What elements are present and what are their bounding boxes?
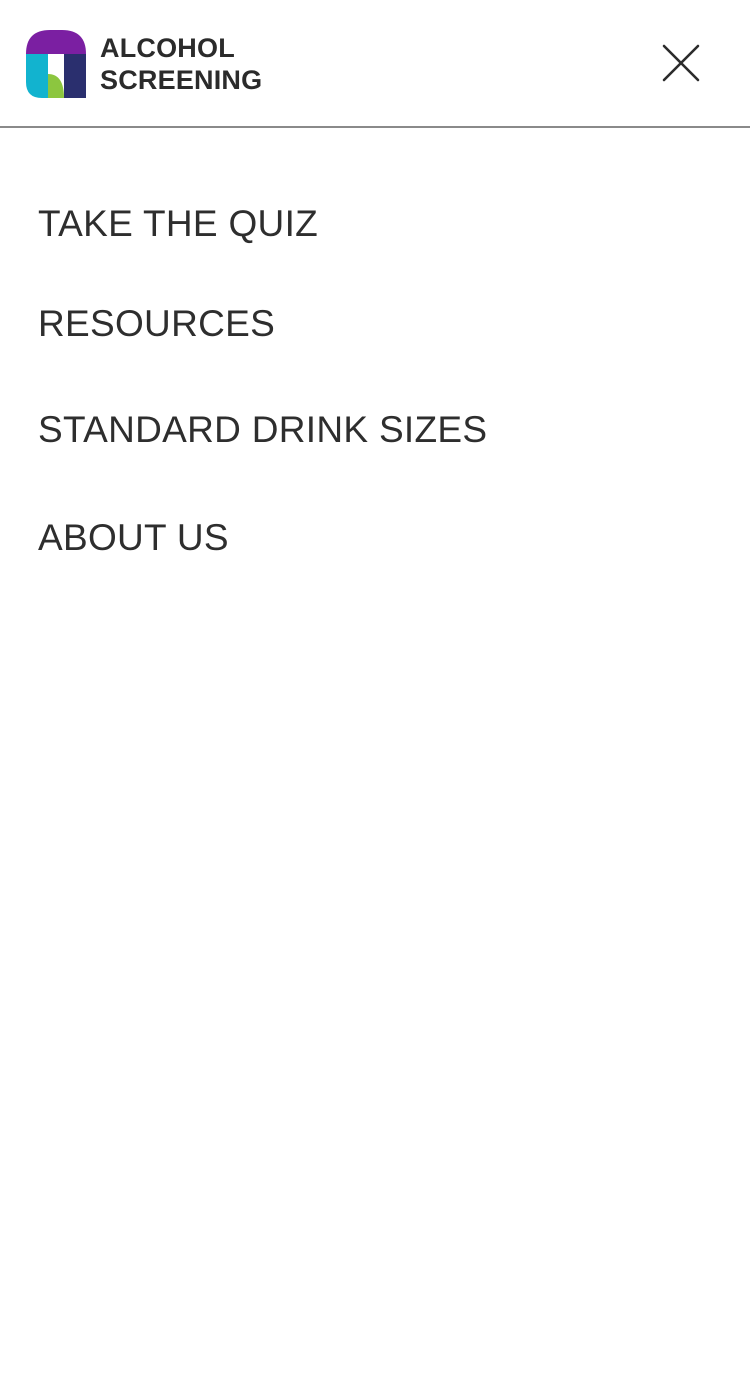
alcohol-screening-logo-icon [26, 30, 86, 98]
menu-item-about-us[interactable]: ABOUT US [38, 512, 229, 564]
site-header: ALCOHOL SCREENING [0, 0, 750, 128]
menu-item-take-the-quiz[interactable]: TAKE THE QUIZ [38, 198, 318, 250]
close-icon [662, 44, 700, 82]
home-logo-link[interactable]: ALCOHOL SCREENING [26, 30, 262, 98]
close-menu-button[interactable] [656, 38, 706, 88]
brand-line-2: SCREENING [100, 65, 263, 95]
menu-item-standard-drink-sizes[interactable]: STANDARD DRINK SIZES [38, 404, 487, 456]
menu-item-resources[interactable]: RESOURCES [38, 298, 275, 350]
brand-name: ALCOHOL SCREENING [100, 32, 262, 96]
brand-line-1: ALCOHOL [100, 33, 235, 63]
